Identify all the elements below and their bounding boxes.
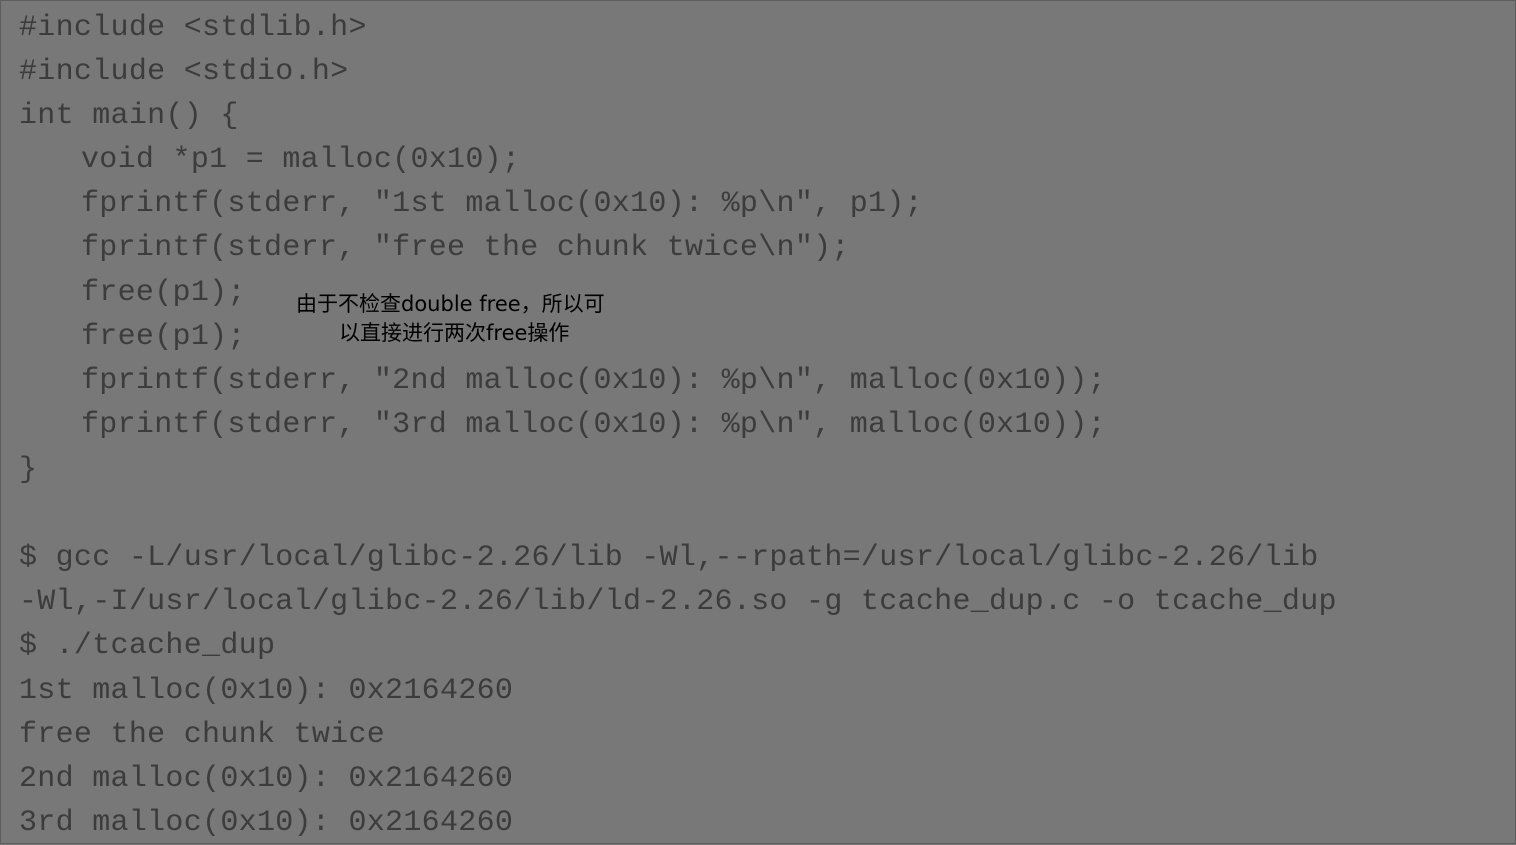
code-line-fprintf-2nd: fprintf(stderr, "2nd malloc(0x10): %p\n"… [81,364,1106,398]
terminal-output-3rd-malloc: 3rd malloc(0x10): 0x2164260 [19,806,514,840]
code-line-include-stdlib: #include <stdlib.h> [19,11,367,45]
terminal-gcc-command-line-1: $ gcc -L/usr/local/glibc-2.26/lib -Wl,--… [19,541,1319,575]
code-line-malloc-p1: void *p1 = malloc(0x10); [81,143,521,177]
terminal-output-free-twice: free the chunk twice [19,718,386,752]
terminal-gcc-command-line-2: -Wl,-I/usr/local/glibc-2.26/lib/ld-2.26.… [19,585,1337,619]
code-line-main-signature: int main() { [19,99,239,133]
terminal-run-command: $ ./tcache_dup [19,629,276,663]
code-line-fprintf-1st: fprintf(stderr, "1st malloc(0x10): %p\n"… [81,187,923,221]
screenshot-frame: #include <stdlib.h> #include <stdio.h> i… [0,0,1516,844]
terminal-output-1st-malloc: 1st malloc(0x10): 0x2164260 [19,674,514,708]
code-line-free-p1-first: free(p1); [81,276,246,310]
terminal-output-2nd-malloc: 2nd malloc(0x10): 0x2164260 [19,762,514,796]
annotation-line-1: 由于不检查double free，所以可 [296,292,605,316]
code-line-include-stdio: #include <stdio.h> [19,55,349,89]
code-line-free-p1-second: free(p1); [81,320,246,354]
code-line-closing-brace: } [19,453,38,487]
code-line-fprintf-free-twice: fprintf(stderr, "free the chunk twice\n"… [81,231,850,265]
code-line-fprintf-3rd: fprintf(stderr, "3rd malloc(0x10): %p\n"… [81,408,1106,442]
annotation-line-2: 以直接进行两次free操作 [339,321,570,345]
